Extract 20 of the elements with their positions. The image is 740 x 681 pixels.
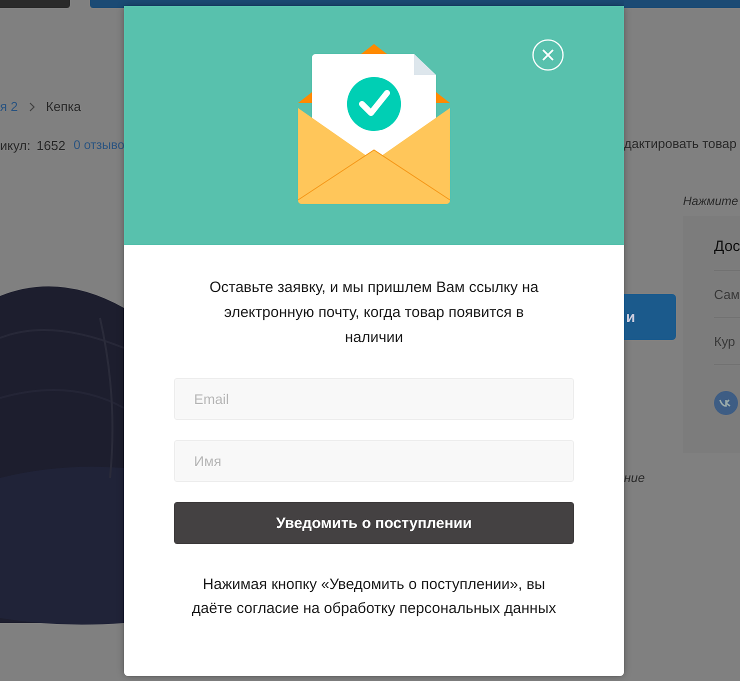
note-text: ние (624, 471, 646, 485)
edit-link[interactable]: дактировать товар (624, 136, 740, 151)
card-title: Дос (714, 238, 740, 257)
sku-value: 1652 (36, 138, 66, 153)
input-field[interactable]: Email (174, 378, 574, 420)
message-text: Оставьте заявку, и мы пришлем Вам ссылку на электронную почту, когда товар появится в наличии (208, 278, 540, 348)
close-button[interactable] (532, 39, 564, 71)
reviews-link[interactable]: 0 отзыво (73, 138, 124, 153)
buy-button[interactable]: и (624, 294, 676, 340)
sku-label: икул: (0, 138, 31, 153)
input-field[interactable]: Имя (174, 440, 574, 482)
hint-text: Нажмите (683, 194, 740, 208)
consent-text: Нажимая кнопку «Уведомить о поступлении», вы даёте согласие на обработку персональных данных (190, 575, 558, 619)
chevron-icon (28, 102, 36, 112)
notify-button[interactable]: Уведомить о поступлении (174, 502, 574, 544)
delivery-option: Сам (714, 286, 740, 302)
breadcrumb-current: Кепка (46, 99, 81, 114)
breadcrumb-link[interactable]: я 2 (0, 99, 18, 114)
social-icon[interactable] (714, 391, 738, 415)
delivery-option: Кур (714, 334, 736, 348)
